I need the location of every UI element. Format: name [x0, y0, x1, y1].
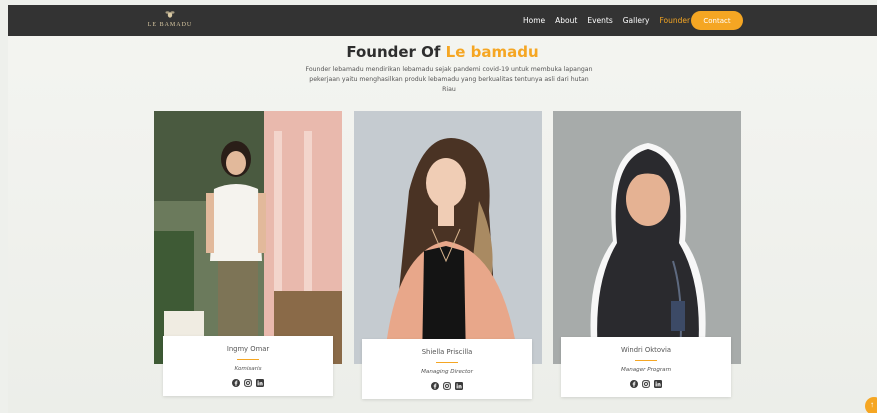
- founder-photo-1: [154, 111, 342, 364]
- facebook-icon[interactable]: [431, 382, 439, 390]
- contact-button[interactable]: Contact: [691, 11, 743, 30]
- nav-founder[interactable]: Founder: [659, 16, 690, 25]
- founder-photo-3: [553, 111, 741, 364]
- page-frame: LE BAMADU Home About Events Gallery Foun…: [8, 5, 877, 413]
- nav-home[interactable]: Home: [523, 16, 545, 25]
- title-accent: Le bamadu: [445, 43, 539, 61]
- founder-name: Shiella Priscilla: [421, 348, 473, 356]
- nav-gallery[interactable]: Gallery: [623, 16, 650, 25]
- accent-divider: [436, 362, 458, 363]
- linkedin-icon[interactable]: [654, 380, 662, 388]
- facebook-icon[interactable]: [232, 379, 240, 387]
- founder-name: Ingmy Omar: [226, 345, 270, 353]
- social-links: [362, 382, 532, 390]
- brand-name: LE BAMADU: [147, 22, 193, 28]
- title-main: Founder Of: [346, 43, 446, 61]
- page-title: Founder Of Le bamadu: [8, 43, 877, 61]
- founder-role: Komisaris: [234, 366, 262, 372]
- founder-name: Windri Oktovia: [620, 346, 672, 354]
- accent-divider: [237, 359, 259, 360]
- founder-photo-2: [354, 111, 542, 364]
- founder-card-3: Windri Oktovia Manager Program: [561, 337, 731, 397]
- instagram-icon[interactable]: [443, 382, 451, 390]
- founder-card-1: Ingmy Omar Komisaris: [163, 336, 333, 396]
- instagram-icon[interactable]: [244, 379, 252, 387]
- nav-about[interactable]: About: [555, 16, 577, 25]
- founder-card-2: Shiella Priscilla Managing Director: [362, 339, 532, 399]
- arrow-up-icon: ↑: [870, 399, 874, 409]
- linkedin-icon[interactable]: [256, 379, 264, 387]
- social-links: [561, 380, 731, 388]
- main-nav: Home About Events Gallery Founder: [523, 5, 690, 36]
- page-description: Founder lebamadu mendirikan lebamadu sej…: [305, 66, 593, 93]
- founder-role: Managing Director: [421, 369, 473, 375]
- founder-role: Manager Program: [620, 367, 672, 373]
- bee-icon: [144, 10, 196, 20]
- scroll-to-top-button[interactable]: ↑: [865, 397, 877, 413]
- nav-events[interactable]: Events: [587, 16, 612, 25]
- navbar: LE BAMADU Home About Events Gallery Foun…: [8, 5, 877, 36]
- linkedin-icon[interactable]: [455, 382, 463, 390]
- brand-logo[interactable]: LE BAMADU: [144, 10, 196, 32]
- instagram-icon[interactable]: [642, 380, 650, 388]
- social-links: [163, 379, 333, 387]
- accent-divider: [635, 360, 657, 361]
- facebook-icon[interactable]: [630, 380, 638, 388]
